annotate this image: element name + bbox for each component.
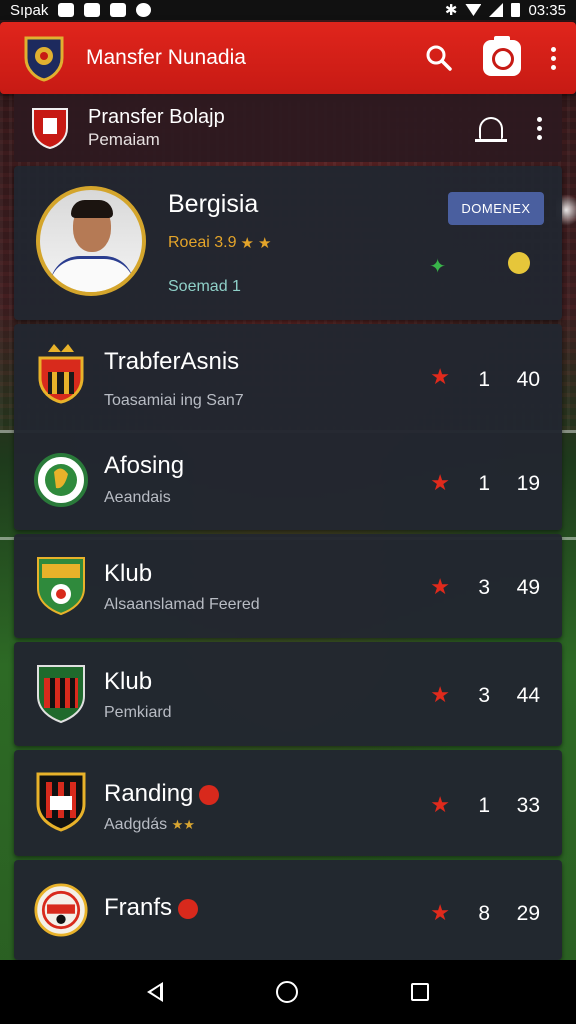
club-name: Klub	[104, 668, 153, 695]
wifi-icon	[465, 4, 482, 16]
club-crest-icon	[34, 344, 88, 404]
search-icon[interactable]	[425, 44, 453, 72]
club-logo-icon	[22, 34, 66, 82]
star-icon: ★★	[171, 817, 195, 832]
club-name: Randing	[104, 780, 220, 808]
avatar	[36, 186, 146, 296]
star-icon[interactable]: ★	[430, 900, 450, 926]
clock: 03:35	[528, 1, 566, 19]
ball-icon	[178, 898, 199, 919]
club-value: 44	[516, 684, 540, 707]
home-icon[interactable]	[275, 981, 298, 1003]
club-value: 29	[516, 902, 540, 925]
player-rating-text: Roeai 3.9	[168, 234, 237, 251]
player-meta: Soemad 1	[168, 278, 241, 295]
club-count: 1	[478, 794, 490, 817]
battery-icon	[511, 3, 521, 17]
club-count: 3	[478, 684, 490, 707]
club-crest-icon	[34, 450, 88, 510]
club-subtitle: Aadgdás ★★	[104, 816, 195, 834]
club-subtitle: Toasamiai ing San7	[104, 392, 244, 409]
player-name: Bergisia	[168, 190, 259, 218]
system-nav-bar	[0, 960, 576, 1024]
player-icon-yellow	[508, 252, 530, 274]
player-rating: Roeai 3.9 ★ ★	[168, 234, 271, 252]
star-icon[interactable]: ★	[430, 682, 450, 708]
notification-icon	[136, 3, 152, 17]
club-name: Klub	[104, 560, 153, 587]
carrier-label: Sıpak	[10, 1, 49, 19]
notification-icon	[58, 3, 75, 17]
bell-icon[interactable]	[475, 117, 507, 142]
club-value: 19	[516, 472, 540, 495]
app-title: Mansfer Nunadia	[86, 46, 246, 69]
club-subtitle: Aeandais	[104, 489, 171, 506]
club-logo-icon	[30, 106, 70, 150]
more-vert-icon[interactable]	[551, 46, 556, 70]
club-crest-icon	[34, 880, 88, 940]
player-card[interactable]: Bergisia Roeai 3.9 ★ ★ Soemad 1 DOMENEX …	[14, 166, 562, 320]
club-subtitle: Alsaanslamad Feered	[104, 596, 260, 613]
sub-header: Pransfer Bolajp Pemaiam	[14, 94, 562, 162]
star-icon: ★	[240, 235, 254, 252]
back-icon[interactable]	[146, 982, 163, 1002]
club-count: 1	[478, 472, 490, 495]
club-subtitle-text: Aadgdás	[104, 816, 168, 833]
camera-icon[interactable]	[483, 36, 521, 76]
player-badge-button[interactable]: DOMENEX	[448, 192, 544, 225]
list-item[interactable]: Klub Alsaanslamad Feered ★ 3 49	[14, 534, 562, 638]
star-icon[interactable]: ★	[430, 574, 450, 600]
club-count: 8	[478, 902, 490, 925]
club-value: 40	[516, 368, 540, 391]
club-name-text: Franfs	[104, 894, 173, 921]
star-icon[interactable]: ★	[430, 364, 450, 390]
club-value: 33	[516, 794, 540, 817]
club-value: 49	[516, 576, 540, 599]
player-icon-green: ✦	[429, 256, 446, 278]
signal-icon	[489, 3, 504, 17]
club-name-text: Randing	[104, 780, 194, 807]
more-vert-icon[interactable]	[537, 116, 542, 140]
section-title: Pransfer Bolajp	[88, 106, 225, 128]
list-item[interactable]: Klub Pemkiard ★ 3 44	[14, 642, 562, 746]
bluetooth-icon: ✱	[444, 2, 458, 19]
star-icon[interactable]: ★	[430, 792, 450, 818]
club-subtitle: Pemkiard	[104, 704, 172, 721]
club-name: TrabferAsnis	[104, 348, 240, 375]
notification-icon	[110, 3, 127, 17]
club-count: 1	[478, 368, 490, 391]
star-icon[interactable]: ★	[430, 470, 450, 496]
club-count: 3	[478, 576, 490, 599]
club-crest-icon	[34, 556, 88, 616]
app-bar: Mansfer Nunadia	[0, 22, 576, 94]
notification-icon	[84, 3, 101, 17]
club-name: Franfs	[104, 894, 199, 922]
list-item[interactable]: Franfs ★ 8 29	[14, 860, 562, 960]
club-crest-icon	[34, 772, 88, 832]
section-subtitle: Pemaiam	[88, 130, 160, 149]
recents-icon[interactable]	[411, 983, 430, 1001]
club-name: Afosing	[104, 452, 185, 479]
ball-icon	[199, 784, 220, 805]
star-icon: ★	[257, 235, 272, 252]
status-bar: Sıpak ✱ 03:35	[0, 0, 576, 20]
club-crest-icon	[34, 664, 88, 724]
list-item[interactable]: Randing Aadgdás ★★ ★ 1 33	[14, 750, 562, 856]
club-list-card: TrabferAsnis Toasamiai ing San7 ★ 1 40 A…	[14, 324, 562, 530]
